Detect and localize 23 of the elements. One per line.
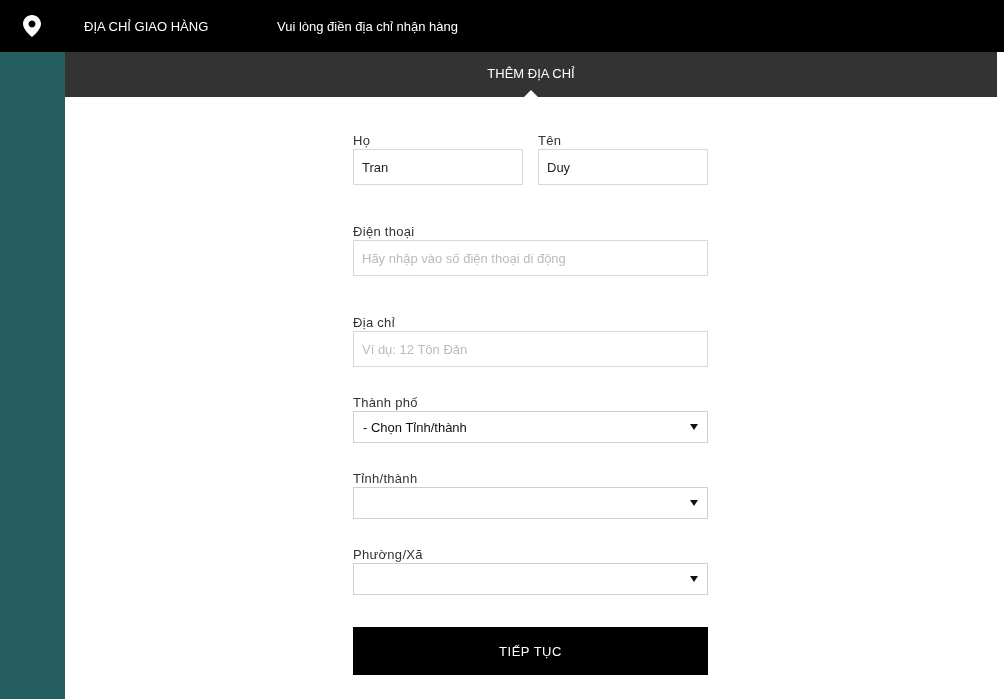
field-label: Thành phố <box>353 395 419 411</box>
field-label: Họ <box>353 133 372 149</box>
dropdown[interactable] <box>353 487 708 519</box>
field-label: Tỉnh/thành <box>353 471 419 487</box>
location-pin-icon <box>23 15 41 37</box>
caret-icon <box>690 576 698 582</box>
dropdown[interactable]: - Chọn Tỉnh/thành <box>353 411 708 443</box>
field-label: Địa chỉ <box>353 315 396 331</box>
input-field[interactable]: Duy <box>538 149 708 185</box>
tab-pointer-icon <box>524 90 538 97</box>
field-label: Phường/Xã <box>353 547 424 563</box>
field-label: Điện thoại <box>353 224 416 240</box>
input-field[interactable]: Tran <box>353 149 523 185</box>
dropdown[interactable] <box>353 563 708 595</box>
page-title: ĐỊA CHỈ GIAO HÀNG <box>84 18 210 34</box>
input-field[interactable]: Ví dụ: 12 Tôn Đản <box>353 331 708 367</box>
field-label: Tên <box>538 133 563 149</box>
continue-button[interactable]: TIẾP TỤC <box>353 627 708 675</box>
caret-icon <box>690 500 698 506</box>
input-field[interactable]: Hãy nhập vào số điện thoại di động <box>353 240 708 276</box>
page-subtitle: Vui lòng điền địa chỉ nhận hàng <box>277 18 458 34</box>
caret-icon <box>690 424 698 430</box>
add-address-tab[interactable]: THÊM ĐỊA CHỈ <box>487 66 575 81</box>
